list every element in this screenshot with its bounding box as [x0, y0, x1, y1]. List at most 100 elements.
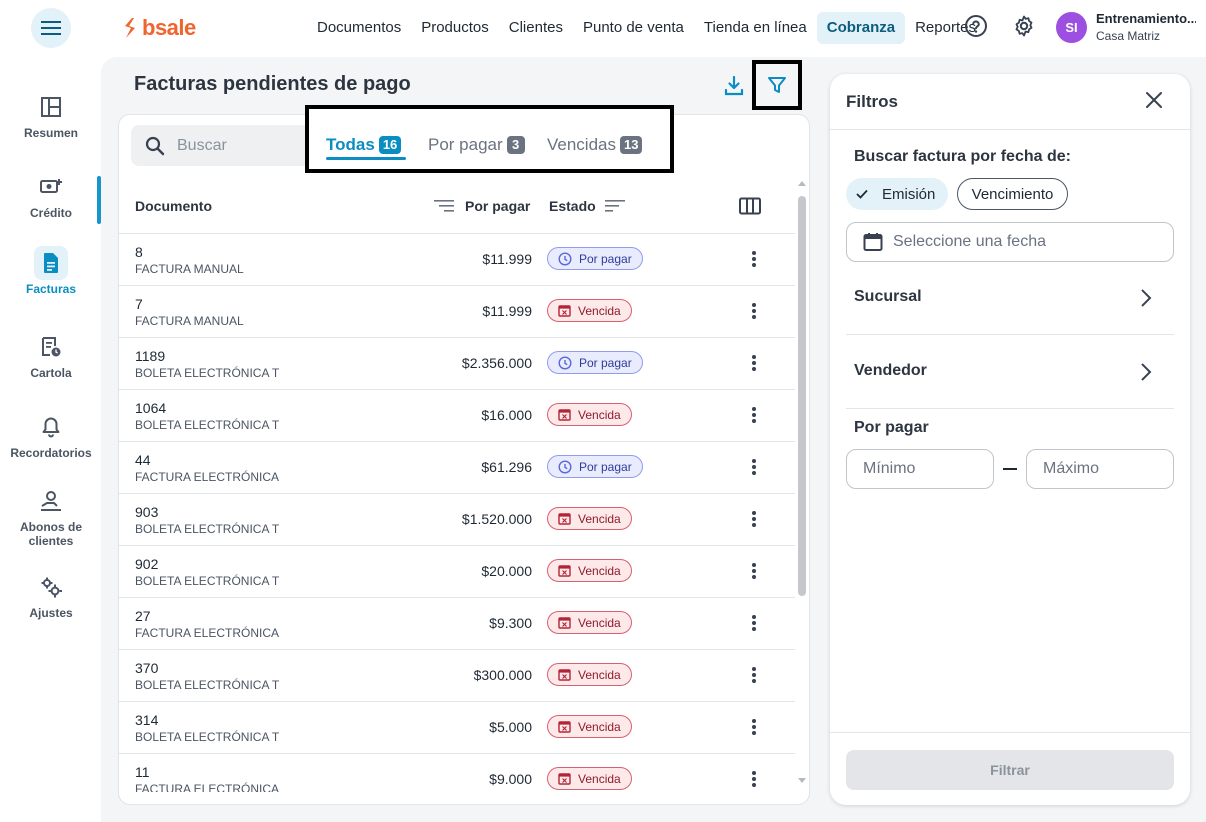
more-options-icon[interactable] [749, 613, 759, 633]
document-number: 314 [135, 712, 159, 728]
sort-icon[interactable] [434, 198, 454, 214]
more-options-icon[interactable] [749, 509, 759, 529]
search-input[interactable] [177, 136, 297, 155]
sidebar-item-cartola[interactable]: Cartola [0, 330, 102, 380]
sidebar-item-ajustes[interactable]: Ajustes [0, 570, 102, 620]
table-row[interactable]: 370 BOLETA ELECTRÓNICA T $300.000 Vencida [119, 650, 795, 702]
table-row[interactable]: 11 FACTURA ELECTRÓNICA $9.000 Vencida [119, 754, 795, 792]
status-badge: Por pagar [547, 351, 643, 374]
table-row[interactable]: 7 FACTURA MANUAL $11.999 Vencida [119, 286, 795, 338]
table-row[interactable]: 1189 BOLETA ELECTRÓNICA T $2.356.000 Por pa… [119, 338, 795, 390]
user-name[interactable]: Entrenamiento... [1096, 11, 1196, 26]
tab-por-pagar[interactable]: Por pagar 3 [428, 135, 525, 155]
chip-emision[interactable]: Emisión [846, 178, 948, 210]
status-badge: Vencida [547, 767, 632, 790]
sort-icon[interactable] [605, 198, 625, 214]
nav-tienda-en-linea[interactable]: Tienda en línea [694, 12, 817, 44]
gear-icon[interactable] [1012, 14, 1036, 38]
more-options-icon[interactable] [749, 457, 759, 477]
min-amount-input[interactable] [863, 460, 983, 478]
clock-icon [558, 251, 572, 266]
sidebar-item-resumen[interactable]: Resumen [0, 90, 102, 140]
filter-sucursal[interactable]: Sucursal [846, 262, 1174, 336]
columns-icon[interactable] [739, 197, 761, 215]
nav-clientes[interactable]: Clientes [499, 12, 573, 44]
filter-button[interactable] [752, 60, 802, 110]
max-amount-field[interactable] [1026, 449, 1174, 489]
status-badge: Vencida [547, 559, 632, 582]
table-row[interactable]: 8 FACTURA MANUAL $11.999 Por pagar [119, 234, 795, 286]
scrollbar[interactable] [796, 180, 808, 792]
status-label: Por pagar [579, 355, 632, 370]
table-row[interactable]: 27 FACTURA ELECTRÓNICA $9.300 Vencida [119, 598, 795, 650]
document-type: BOLETA ELECTRÓNICA T [135, 730, 280, 744]
top-bar: bsale Documentos Productos Clientes Punt… [0, 0, 1206, 56]
min-amount-field[interactable] [846, 449, 994, 489]
document-type: FACTURA MANUAL [135, 262, 244, 276]
brand-logo[interactable]: bsale [122, 14, 196, 42]
status-badge: Por pagar [547, 247, 643, 270]
avatar[interactable]: SI [1056, 12, 1087, 43]
more-options-icon[interactable] [749, 301, 759, 321]
scroll-down-arrow-icon[interactable] [798, 778, 806, 784]
document-number: 11 [135, 764, 150, 780]
brand-name: bsale [142, 15, 196, 40]
scroll-thumb[interactable] [798, 196, 806, 596]
clock-icon [558, 355, 572, 370]
date-picker-field[interactable] [846, 222, 1174, 262]
column-estado[interactable]: Estado [549, 198, 596, 214]
divider [830, 129, 1190, 130]
document-number: 7 [135, 296, 143, 312]
date-input[interactable] [893, 233, 1153, 251]
sidebar-item-abonos-de-clientes[interactable]: Abonos de clientes [0, 484, 102, 548]
sidebar-item-credito[interactable]: Crédito [0, 170, 102, 220]
nav-punto-de-venta[interactable]: Punto de venta [573, 12, 694, 44]
table-row[interactable]: 1064 BOLETA ELECTRÓNICA T $16.000 Vencida [119, 390, 795, 442]
more-options-icon[interactable] [749, 561, 759, 581]
search-box[interactable] [131, 125, 311, 166]
amount-due: $300.000 [473, 667, 532, 683]
column-por-pagar[interactable]: Por pagar [465, 198, 530, 214]
more-options-icon[interactable] [749, 769, 759, 789]
close-icon[interactable] [1144, 90, 1164, 110]
nav-productos[interactable]: Productos [411, 12, 499, 44]
status-label: Vencida [578, 771, 621, 786]
sidebar-item-recordatorios[interactable]: Recordatorios [0, 410, 102, 460]
page-title: Facturas pendientes de pago [134, 73, 411, 95]
calendar-x-icon [558, 512, 571, 525]
table-row[interactable]: 902 BOLETA ELECTRÓNICA T $20.000 Vencida [119, 546, 795, 598]
more-options-icon[interactable] [749, 249, 759, 269]
tab-vencidas[interactable]: Vencidas 13 [547, 135, 643, 155]
table-row[interactable]: 44 FACTURA ELECTRÓNICA $61.296 Por pagar [119, 442, 795, 494]
more-options-icon[interactable] [749, 717, 759, 737]
chip-vencimiento[interactable]: Vencimiento [957, 178, 1068, 210]
download-icon[interactable] [722, 74, 746, 98]
tab-todas[interactable]: Todas 16 [326, 135, 402, 155]
filter-vendedor[interactable]: Vendedor [846, 336, 1174, 410]
tab-label: Todas [326, 135, 375, 154]
sidebar-label: Facturas [25, 282, 77, 296]
amount-due: $61.296 [481, 459, 532, 475]
tab-count-badge: 13 [620, 136, 643, 154]
table-row[interactable]: 903 BOLETA ELECTRÓNICA T $1.520.000 Vencida [119, 494, 795, 546]
calendar-x-icon [558, 616, 571, 629]
more-options-icon[interactable] [749, 665, 759, 685]
sidebar-label: Crédito [30, 206, 72, 220]
table-row[interactable]: 314 BOLETA ELECTRÓNICA T $5.000 Vencida [119, 702, 795, 754]
menu-button[interactable] [31, 8, 71, 48]
filter-submit-button[interactable]: Filtrar [846, 750, 1174, 790]
more-options-icon[interactable] [749, 405, 759, 425]
nav-cobranza[interactable]: Cobranza [816, 12, 906, 44]
sidebar-label: Cartola [30, 366, 72, 380]
max-amount-input[interactable] [1043, 460, 1163, 478]
status-label: Por pagar [579, 251, 632, 266]
scroll-up-arrow-icon[interactable] [798, 180, 806, 186]
chevron-right-icon [1141, 289, 1152, 307]
help-circle-icon[interactable] [964, 14, 988, 38]
status-label: Vencida [578, 615, 621, 630]
status-label: Vencida [578, 563, 621, 578]
more-options-icon[interactable] [749, 353, 759, 373]
status-label: Vencida [578, 511, 621, 526]
sidebar-item-facturas[interactable]: Facturas [0, 246, 102, 296]
nav-documentos[interactable]: Documentos [307, 12, 411, 44]
